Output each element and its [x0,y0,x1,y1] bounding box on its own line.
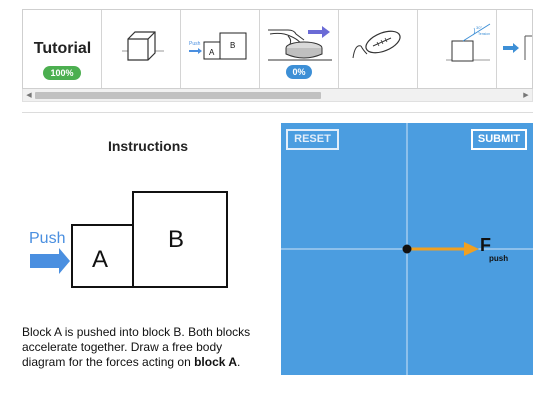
tutorial-label: Tutorial [33,40,92,57]
current-progress-badge: 0% [286,65,312,79]
force-arrowhead-icon[interactable] [464,242,479,256]
submit-button[interactable]: SUBMIT [471,129,527,150]
svg-text:A: A [209,48,215,57]
tutorial-tile[interactable]: Tutorial 100% [23,10,102,88]
svg-text:30°: 30° [476,25,482,30]
push-label: Push [29,230,65,247]
thumb-current-tile[interactable]: 0% [260,10,339,88]
thumb-ramp-tile[interactable]: 30° Tension [418,10,497,88]
scroll-left-icon[interactable]: ◀ [23,89,35,102]
tutorial-progress-badge: 100% [43,66,81,80]
push-arrow-icon [30,248,70,274]
section-divider [22,112,533,113]
svg-text:B: B [230,41,235,50]
thumb-push-blocks-tile[interactable]: Push A B [181,10,260,88]
thumb-arrow-tile[interactable] [497,10,532,88]
scrollbar-thumb[interactable] [35,92,321,99]
instructions-title: Instructions [107,138,189,154]
block-a-label: A [92,246,108,273]
activity-strip: Tutorial 100% Push A B 0% 30° Tension [22,9,533,89]
football-icon [352,30,401,59]
emphasis-block-a: block A [194,355,237,369]
thumb-box-tile[interactable] [102,10,181,88]
thumb-push-text: Push [189,41,201,47]
push-blocks-icon: Push A B [189,32,247,60]
scroll-right-icon[interactable]: ▶ [520,89,532,102]
thumb-football-tile[interactable] [339,10,418,88]
force-label: F [480,235,491,255]
reset-button[interactable]: RESET [286,129,339,150]
ramp-box-icon: 30° Tension [446,23,491,62]
block-b-label: B [168,226,184,253]
svg-text:Tension: Tension [478,32,490,36]
thumb-push-arrow [189,48,202,54]
instructions-text: Block A is pushed into block B. Both blo… [22,325,251,369]
arrow-icon [503,35,532,60]
canvas-axes [281,123,533,375]
body-dot [402,244,412,254]
horizontal-scrollbar[interactable]: ◀ ▶ [22,89,533,102]
force-subscript: push [489,254,509,263]
push-blocks-diagram: Push A B [29,191,228,288]
box-icon [122,31,164,61]
fbd-canvas[interactable]: RESET SUBMIT F push [281,123,533,375]
